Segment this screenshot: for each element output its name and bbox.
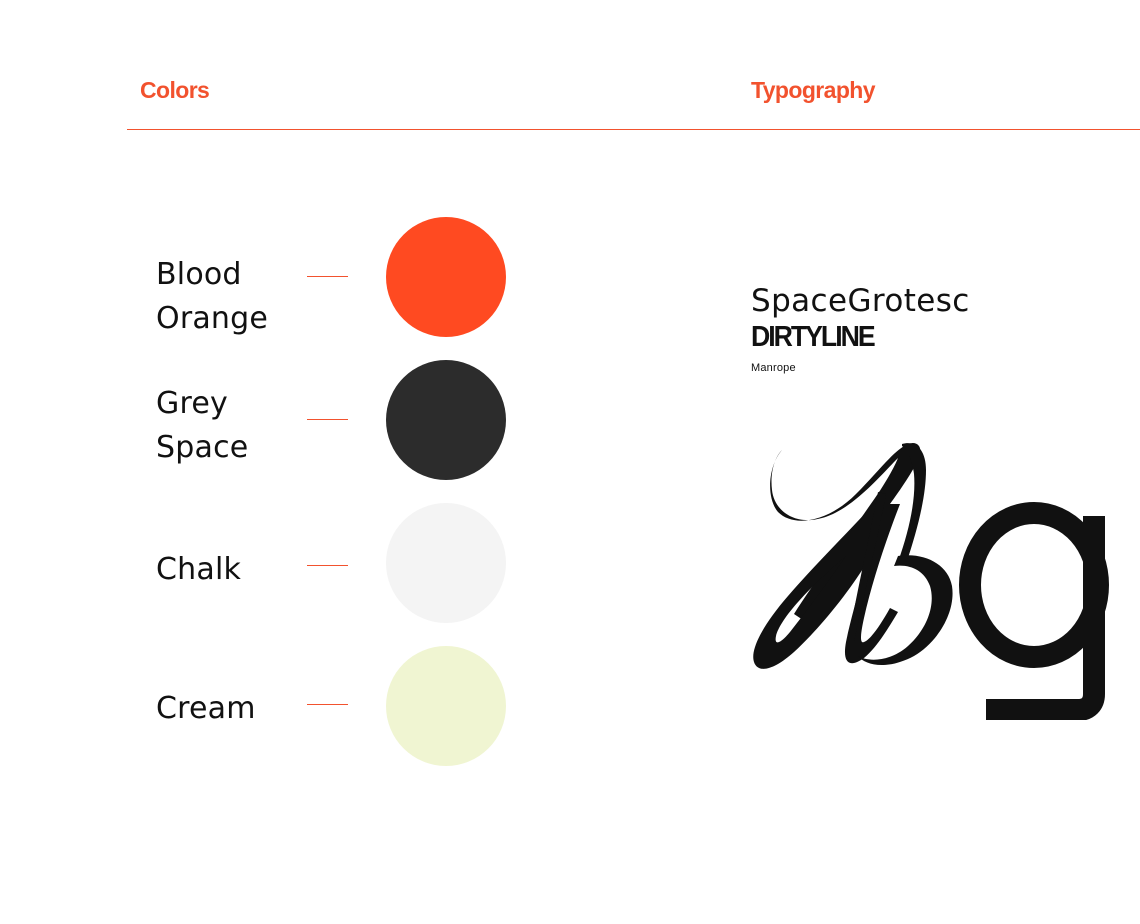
swatch-cream: Cream <box>156 646 516 766</box>
header-divider <box>127 129 1140 130</box>
swatch-connector-line <box>307 704 348 705</box>
swatch-label: Grey Space <box>156 386 249 465</box>
typography-heading: Typography <box>751 77 876 103</box>
swatch-circle <box>386 217 506 337</box>
swatch-label: Cream <box>156 691 256 726</box>
swatch-connector-line <box>307 276 348 277</box>
swatch-connector-line <box>307 565 348 566</box>
colors-heading: Colors <box>140 77 210 103</box>
glyph-g-sans <box>959 502 1109 720</box>
glyph-a-script <box>753 442 953 669</box>
swatch-blood-orange: Blood Orange <box>156 217 516 337</box>
swatch-label: Chalk <box>156 552 242 587</box>
swatch-chalk: Chalk <box>156 503 516 623</box>
swatch-circle <box>386 503 506 623</box>
glyph-specimen-ag <box>753 442 1109 720</box>
swatch-circle <box>386 646 506 766</box>
swatch-grey-space: Grey Space <box>156 360 516 480</box>
swatch-label: Blood Orange <box>156 257 269 336</box>
font-sample-dirtyline: DIRTYLINE <box>751 321 876 353</box>
swatch-circle <box>386 360 506 480</box>
font-sample-space-grotesk: SpaceGrotesc <box>751 283 970 319</box>
swatch-connector-line <box>307 419 348 420</box>
font-sample-manrope: Manrope <box>751 362 796 374</box>
